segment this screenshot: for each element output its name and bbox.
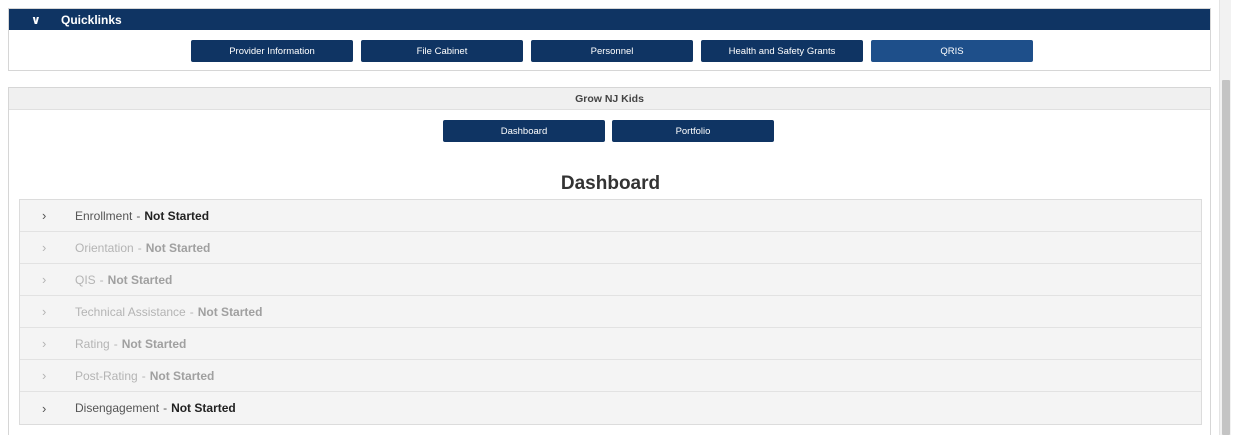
chevron-right-icon: › [42, 304, 47, 319]
grow-nj-kids-header: Grow NJ Kids [9, 88, 1210, 110]
stage-name: Disengagement [75, 401, 160, 415]
stage-separator: - [113, 336, 118, 351]
stage-status: Not Started [171, 401, 236, 415]
file-cabinet-button[interactable]: File Cabinet [361, 40, 523, 62]
quicklinks-header[interactable]: ∨ Quicklinks [9, 9, 1210, 30]
stage-row-orientation[interactable]: › Orientation - Not Started [20, 232, 1201, 264]
quicklinks-title: Quicklinks [61, 12, 122, 27]
stage-status: Not Started [197, 304, 263, 319]
scrollbar-thumb[interactable] [1222, 80, 1230, 435]
stage-separator: - [137, 240, 142, 255]
stage-row-technical-assistance[interactable]: › Technical Assistance - Not Started [20, 296, 1201, 328]
stage-name: Orientation [75, 240, 134, 255]
stage-status: Not Started [144, 208, 210, 223]
chevron-right-icon: › [42, 336, 47, 351]
stage-name: Post-Rating [75, 368, 138, 383]
qris-button[interactable]: QRIS [871, 40, 1033, 62]
quicklinks-panel: ∨ Quicklinks Provider Information File C… [8, 8, 1211, 71]
chevron-right-icon: › [42, 240, 47, 255]
stage-row-disengagement[interactable]: › Disengagement - Not Started [20, 392, 1201, 424]
chevron-down-icon[interactable]: ∨ [31, 13, 51, 27]
stage-row-post-rating[interactable]: › Post-Rating - Not Started [20, 360, 1201, 392]
stage-row-enrollment[interactable]: › Enrollment - Not Started [20, 200, 1201, 232]
stage-row-rating[interactable]: › Rating - Not Started [20, 328, 1201, 360]
stage-name: Rating [75, 336, 110, 351]
stage-row-qis[interactable]: › QIS - Not Started [20, 264, 1201, 296]
page: ∨ Quicklinks Provider Information File C… [0, 0, 1236, 435]
stage-name: Enrollment [75, 208, 133, 223]
dashboard-title: Dashboard [560, 173, 661, 194]
chevron-right-icon: › [42, 400, 47, 416]
stage-separator: - [99, 272, 104, 287]
stage-name: Technical Assistance [75, 304, 186, 319]
stage-separator: - [189, 304, 194, 319]
stage-status: Not Started [121, 336, 187, 351]
quicklinks-button-group: Provider Information File Cabinet Person… [191, 40, 1033, 62]
stage-name: QIS [75, 272, 96, 287]
chevron-right-icon: › [42, 272, 47, 287]
chevron-right-icon: › [42, 368, 47, 383]
stage-status: Not Started [145, 240, 211, 255]
stage-status: Not Started [107, 272, 173, 287]
grow-nj-kids-panel: Grow NJ Kids Dashboard Portfolio Dashboa… [8, 87, 1211, 435]
page-scrollbar[interactable] [1219, 0, 1231, 435]
stage-separator: - [163, 401, 168, 415]
portfolio-button[interactable]: Portfolio [612, 120, 774, 142]
chevron-right-icon: › [42, 208, 47, 223]
stage-list: › Enrollment - Not Started › Orientation… [19, 199, 1202, 425]
stage-separator: - [141, 368, 146, 383]
grow-nj-kids-button-group: Dashboard Portfolio [443, 120, 774, 142]
personnel-button[interactable]: Personnel [531, 40, 693, 62]
health-safety-grants-button[interactable]: Health and Safety Grants [701, 40, 863, 62]
stage-separator: - [136, 208, 141, 223]
provider-information-button[interactable]: Provider Information [191, 40, 353, 62]
dashboard-button[interactable]: Dashboard [443, 120, 605, 142]
stage-status: Not Started [149, 368, 215, 383]
